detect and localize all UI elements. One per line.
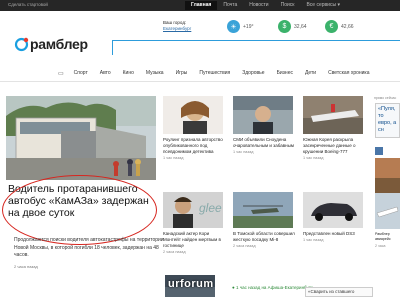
vk-share-icon[interactable] <box>375 147 383 155</box>
watermark-text: urforum <box>168 278 214 290</box>
side-news-title[interactable]: Рамблер авиарейс <box>375 232 400 242</box>
news-thumbnail[interactable] <box>303 96 363 134</box>
news-title[interactable]: В Томской области совершил жесткую посад… <box>233 231 295 243</box>
header-divider <box>0 81 400 82</box>
cat-business[interactable]: Бизнес <box>277 70 293 76</box>
afisha-source-link[interactable]: ● 1 час назад на Афиша-Екатеринбург <box>232 276 356 290</box>
news-title[interactable]: Представлен новый DS3 <box>303 231 365 237</box>
news-title[interactable]: Канадский актер Кори Монтейт найден мерт… <box>163 231 225 249</box>
promo-box[interactable]: «Сварить из ставшего <box>305 287 373 297</box>
top-nav: Главная Почта Новости Поиск Все сервисы … <box>185 1 346 10</box>
news-time: 1 час назад <box>303 156 324 160</box>
news-card[interactable]: Роулинг признала авторство опубликованно… <box>163 96 225 160</box>
usd-value: 32,64 <box>294 23 307 30</box>
currency-eur[interactable]: € 42,66 <box>325 20 354 33</box>
news-thumbnail[interactable] <box>233 96 293 134</box>
news-time: 1 час назад <box>233 150 254 154</box>
side-news-time: 2 часа <box>375 244 386 248</box>
cat-health[interactable]: Здоровье <box>242 70 264 76</box>
svg-text:glee: glee <box>199 201 222 215</box>
rambler-logo-icon <box>14 37 29 52</box>
news-title[interactable]: Южная Корея раскрыла засекреченные данны… <box>303 137 365 155</box>
news-card[interactable]: СМИ объявили Сноудена очаровательным и з… <box>233 96 295 154</box>
news-thumbnail[interactable]: glee <box>163 192 223 228</box>
make-homepage-link[interactable]: Сделать стартовой <box>8 2 48 7</box>
quote-widget-text: «Пуля, то евро, а сн <box>378 106 397 133</box>
nav-search[interactable]: Поиск <box>275 1 301 10</box>
cat-travel[interactable]: Путешествия <box>199 70 230 76</box>
news-card[interactable]: Представлен новый DS3 1 час назад <box>303 192 365 242</box>
side-news-thumbnail[interactable] <box>375 158 400 194</box>
search-input[interactable] <box>113 46 400 60</box>
logo-text: рамблер <box>30 36 88 52</box>
main-story-time: 2 часа назад <box>14 264 38 269</box>
news-thumbnail[interactable] <box>233 192 293 228</box>
news-title[interactable]: СМИ объявили Сноудена очаровательным и з… <box>233 137 295 149</box>
news-time: 1 час назад <box>303 238 324 242</box>
quote-widget[interactable]: «Пуля, то евро, а сн <box>375 103 400 138</box>
grid-icon[interactable]: ▭ <box>58 70 64 77</box>
euro-icon: € <box>325 20 338 33</box>
cat-cinema[interactable]: Кино <box>123 70 134 76</box>
main-story-headline[interactable]: Водитель протаранившего автобус «КамАЗа»… <box>8 183 158 219</box>
category-nav: ▭ Спорт Авто Кино Музыка Игры Путешестви… <box>58 68 400 78</box>
cat-games[interactable]: Игры <box>176 70 188 76</box>
right-column-header: прямо сейчас <box>374 96 397 100</box>
nav-news[interactable]: Новости <box>243 1 274 10</box>
city-selector[interactable]: Ваш город: Екатеринбург <box>163 20 191 32</box>
news-thumbnail[interactable] <box>163 96 223 134</box>
news-thumbnail[interactable] <box>303 192 363 228</box>
cat-auto[interactable]: Авто <box>100 70 111 76</box>
rambler-logo[interactable]: рамблер <box>14 36 88 52</box>
main-story-photo[interactable] <box>6 96 156 180</box>
city-name[interactable]: Екатеринбург <box>163 26 191 32</box>
nav-mail[interactable]: Почта <box>217 1 243 10</box>
cat-music[interactable]: Музыка <box>146 70 164 76</box>
news-time: 2 часа назад <box>163 250 186 254</box>
nav-main[interactable]: Главная <box>185 1 218 10</box>
news-time: 1 час назад <box>163 156 184 160</box>
main-story-lead: Продолжаются поиски водителя автокатастр… <box>14 237 164 258</box>
dollar-icon: $ <box>278 20 291 33</box>
news-time: 2 часа назад <box>233 244 256 248</box>
search-box[interactable] <box>112 40 400 60</box>
bottom-news-photo[interactable]: urforum <box>165 275 215 297</box>
nav-all-services-label: Все сервисы <box>306 2 337 8</box>
afisha-source-text: ● 1 час назад на Афиша-Екатеринбург <box>232 285 313 290</box>
side-news-thumbnail[interactable] <box>375 193 400 229</box>
news-title[interactable]: Роулинг признала авторство опубликованно… <box>163 137 225 155</box>
cat-celebrity[interactable]: Светская хроника <box>328 70 369 76</box>
weather-value: +19° <box>243 23 254 30</box>
currency-usd[interactable]: $ 32,64 <box>278 20 307 33</box>
news-card[interactable]: В Томской области совершил жесткую посад… <box>233 192 295 248</box>
news-card[interactable]: Южная Корея раскрыла засекреченные данны… <box>303 96 365 160</box>
eur-value: 42,66 <box>341 23 354 30</box>
news-card[interactable]: glee Канадский актер Кори Монтейт найден… <box>163 192 225 254</box>
nav-all-services[interactable]: Все сервисы ▾ <box>300 1 346 10</box>
sun-cloud-icon: ☀ <box>227 20 240 33</box>
cat-kids[interactable]: Дети <box>305 70 316 76</box>
weather-widget[interactable]: ☀ +19° <box>227 20 253 33</box>
chevron-down-icon: ▾ <box>337 2 340 8</box>
top-bar: Сделать стартовой Главная Почта Новости … <box>0 0 400 11</box>
cat-sport[interactable]: Спорт <box>74 70 88 76</box>
